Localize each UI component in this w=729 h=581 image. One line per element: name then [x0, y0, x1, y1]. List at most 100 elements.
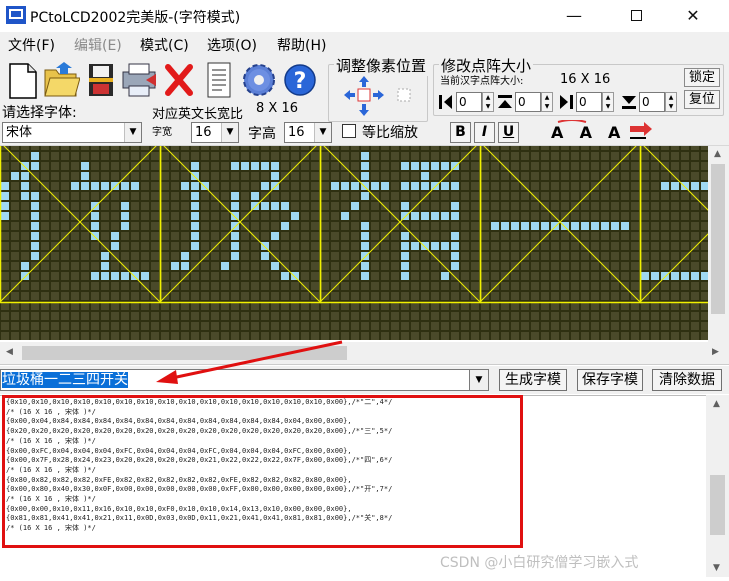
dark-pixel[interactable] — [581, 172, 589, 180]
dark-pixel[interactable] — [491, 292, 499, 300]
lit-pixel[interactable] — [681, 272, 689, 280]
dark-pixel[interactable] — [601, 252, 609, 260]
dark-pixel[interactable] — [51, 282, 59, 290]
dark-pixel[interactable] — [441, 232, 449, 240]
dark-pixel[interactable] — [641, 282, 649, 290]
bottom-spin-input[interactable]: 0 — [639, 92, 665, 112]
dark-pixel[interactable] — [281, 262, 289, 270]
dark-pixel[interactable] — [611, 212, 619, 220]
dark-pixel[interactable] — [141, 332, 149, 340]
dark-pixel[interactable] — [631, 182, 639, 190]
dark-pixel[interactable] — [531, 322, 539, 330]
dark-pixel[interactable] — [501, 212, 509, 220]
dark-pixel[interactable] — [251, 222, 259, 230]
lit-pixel[interactable] — [231, 252, 239, 260]
dark-pixel[interactable] — [661, 212, 669, 220]
dark-pixel[interactable] — [591, 162, 599, 170]
dark-pixel[interactable] — [251, 172, 259, 180]
dark-pixel[interactable] — [151, 202, 159, 210]
dark-pixel[interactable] — [571, 232, 579, 240]
dark-pixel[interactable] — [601, 192, 609, 200]
dark-pixel[interactable] — [581, 212, 589, 220]
lit-pixel[interactable] — [661, 272, 669, 280]
lit-pixel[interactable] — [271, 202, 279, 210]
dark-pixel[interactable] — [431, 272, 439, 280]
dark-pixel[interactable] — [461, 252, 469, 260]
dark-pixel[interactable] — [381, 222, 389, 230]
dark-pixel[interactable] — [331, 146, 339, 150]
dark-pixel[interactable] — [471, 192, 479, 200]
lit-pixel[interactable] — [601, 222, 609, 230]
dark-pixel[interactable] — [151, 152, 159, 160]
dark-pixel[interactable] — [271, 192, 279, 200]
dark-pixel[interactable] — [411, 312, 419, 320]
dark-pixel[interactable] — [471, 162, 479, 170]
dark-pixel[interactable] — [461, 212, 469, 220]
dark-pixel[interactable] — [381, 162, 389, 170]
dark-pixel[interactable] — [671, 162, 679, 170]
dark-pixel[interactable] — [531, 282, 539, 290]
dark-pixel[interactable] — [171, 292, 179, 300]
dark-pixel[interactable] — [41, 242, 49, 250]
dark-pixel[interactable] — [211, 292, 219, 300]
dark-pixel[interactable] — [201, 192, 209, 200]
lit-pixel[interactable] — [191, 192, 199, 200]
dark-pixel[interactable] — [381, 172, 389, 180]
dark-pixel[interactable] — [151, 242, 159, 250]
dark-pixel[interactable] — [31, 172, 39, 180]
dark-pixel[interactable] — [361, 282, 369, 290]
lit-pixel[interactable] — [191, 242, 199, 250]
dark-pixel[interactable] — [311, 262, 319, 270]
dark-pixel[interactable] — [221, 152, 229, 160]
dark-pixel[interactable] — [1, 262, 9, 270]
dark-pixel[interactable] — [241, 152, 249, 160]
dark-pixel[interactable] — [11, 332, 19, 340]
dark-pixel[interactable] — [621, 262, 629, 270]
lit-pixel[interactable] — [191, 232, 199, 240]
dark-pixel[interactable] — [261, 272, 269, 280]
dark-pixel[interactable] — [641, 192, 649, 200]
dark-pixel[interactable] — [591, 312, 599, 320]
dark-pixel[interactable] — [21, 312, 29, 320]
dark-pixel[interactable] — [41, 282, 49, 290]
scroll-up-arrow[interactable]: ▲ — [714, 149, 721, 159]
dark-pixel[interactable] — [591, 292, 599, 300]
dark-pixel[interactable] — [231, 152, 239, 160]
dark-pixel[interactable] — [581, 272, 589, 280]
dark-pixel[interactable] — [41, 162, 49, 170]
dark-pixel[interactable] — [241, 312, 249, 320]
dark-pixel[interactable] — [521, 162, 529, 170]
dark-pixel[interactable] — [521, 242, 529, 250]
output-vertical-scrollbar[interactable]: ▲ ▼ — [706, 395, 729, 577]
lit-pixel[interactable] — [191, 182, 199, 190]
dark-pixel[interactable] — [291, 202, 299, 210]
dark-pixel[interactable] — [181, 272, 189, 280]
dark-pixel[interactable] — [221, 292, 229, 300]
dark-pixel[interactable] — [51, 322, 59, 330]
dark-pixel[interactable] — [651, 162, 659, 170]
dark-pixel[interactable] — [211, 146, 219, 150]
dark-pixel[interactable] — [571, 242, 579, 250]
dark-pixel[interactable] — [41, 252, 49, 260]
dark-pixel[interactable] — [1, 282, 9, 290]
lit-pixel[interactable] — [131, 182, 139, 190]
dark-pixel[interactable] — [571, 282, 579, 290]
dark-pixel[interactable] — [581, 322, 589, 330]
dark-pixel[interactable] — [491, 212, 499, 220]
dark-pixel[interactable] — [11, 252, 19, 260]
dark-pixel[interactable] — [231, 146, 239, 150]
dark-pixel[interactable] — [61, 172, 69, 180]
dark-pixel[interactable] — [91, 252, 99, 260]
dark-pixel[interactable] — [471, 152, 479, 160]
dark-pixel[interactable] — [171, 202, 179, 210]
dark-pixel[interactable] — [321, 272, 329, 280]
dark-pixel[interactable] — [461, 222, 469, 230]
lit-pixel[interactable] — [421, 242, 429, 250]
dark-pixel[interactable] — [191, 252, 199, 260]
dark-pixel[interactable] — [551, 242, 559, 250]
dark-pixel[interactable] — [511, 332, 519, 340]
dark-pixel[interactable] — [411, 192, 419, 200]
dark-pixel[interactable] — [241, 172, 249, 180]
dark-pixel[interactable] — [131, 232, 139, 240]
dark-pixel[interactable] — [251, 272, 259, 280]
